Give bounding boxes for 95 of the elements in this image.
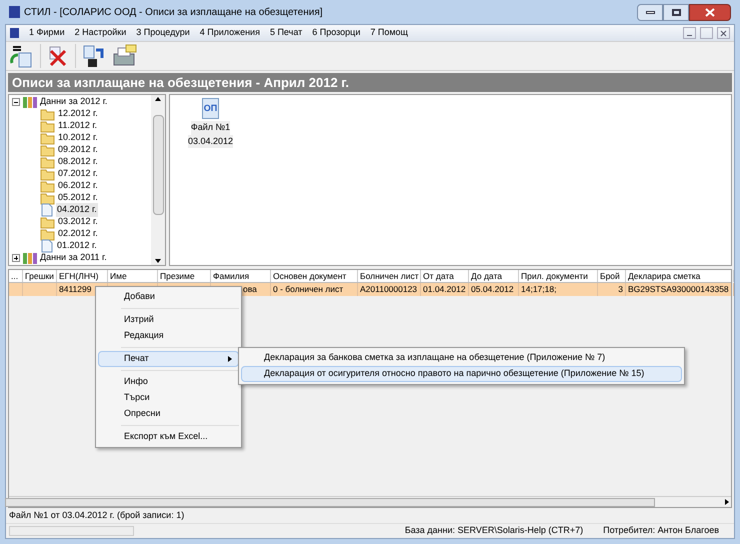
folder-icon — [40, 180, 55, 192]
binders-icon — [22, 96, 38, 108]
vertical-scrollbar[interactable] — [151, 95, 165, 265]
window-title: СТИЛ - [СОЛАРИС ООД - Описи за изплащане на обезщетения] — [24, 6, 323, 20]
status-database: База данни: SERVER\Solaris-Help (CTR+7) — [404, 524, 584, 538]
menu-item[interactable]: 2 Настройки — [74, 26, 126, 40]
tree-item[interactable]: 02.2012 г. — [57, 227, 99, 241]
scroll-thumb[interactable] — [152, 115, 164, 215]
menu-item[interactable]: 3 Процедури — [136, 26, 190, 40]
table-cell: 0 - болничен лист — [273, 284, 344, 294]
context-menu-item[interactable]: Печат — [98, 351, 239, 367]
menu-item[interactable]: 4 Приложения — [200, 26, 260, 40]
column-header[interactable]: Декларира сметка — [626, 270, 734, 282]
context-menu-item[interactable]: Изтрий — [98, 312, 239, 328]
column-header[interactable]: От дата — [421, 270, 469, 282]
minimize-button[interactable] — [637, 4, 663, 20]
folder-icon — [40, 120, 55, 132]
collapse-toggle[interactable] — [12, 98, 20, 106]
context-menu-item[interactable]: Търси — [98, 390, 239, 406]
maximize-button[interactable] — [663, 4, 689, 20]
tree-item[interactable]: Данни за 2011 г. — [40, 251, 107, 265]
context-menu-item[interactable]: Инфо — [98, 374, 239, 390]
folder-icon — [40, 168, 55, 180]
column-header[interactable]: Основен документ — [271, 270, 358, 282]
column-header[interactable]: Грешки — [23, 270, 57, 282]
folder-icon — [40, 192, 55, 204]
folder-icon — [40, 228, 55, 240]
tree-item[interactable]: 06.2012 г. — [57, 179, 99, 193]
context-menu-item[interactable]: Декларация за банкова сметка за изплащане на обезщетение (Приложение № 7) — [241, 350, 682, 366]
menu-item[interactable]: 7 Помощ — [370, 26, 408, 40]
document-icon — [40, 203, 54, 217]
tree-item[interactable]: 11.2012 г. — [57, 119, 98, 133]
table-cell: А20110000123 — [360, 284, 418, 294]
column-header[interactable]: Презиме — [158, 270, 211, 282]
folder-icon — [40, 216, 55, 228]
context-menu-item[interactable]: Декларация от осигурителя относно правото на парично обезщетение (Приложение № 15) — [241, 366, 682, 382]
folder-icon — [40, 132, 55, 144]
table-cell: BG29STSA930000143358 — [628, 284, 729, 294]
tree-item[interactable]: 08.2012 г. — [57, 155, 99, 169]
column-header[interactable]: ... — [9, 270, 23, 282]
minimize-button[interactable] — [683, 27, 696, 39]
column-header[interactable]: Болничен лист — [358, 270, 421, 282]
tree-item[interactable]: 07.2012 г. — [57, 167, 99, 181]
table-cell: 05.04.2012 — [471, 284, 514, 294]
table-cell: ова — [243, 284, 257, 294]
tree-item[interactable]: Данни за 2012 г. — [40, 95, 108, 109]
file-date: 03.04.2012 — [188, 134, 234, 148]
tree-item[interactable]: 10.2012 г. — [57, 131, 99, 145]
folder-icon — [40, 156, 55, 168]
column-header[interactable]: До дата — [469, 270, 519, 282]
column-header[interactable]: Фамилия — [211, 270, 271, 282]
binders-icon — [22, 252, 38, 264]
app-logo-icon — [9, 6, 20, 18]
tree-item[interactable]: 03.2012 г. — [57, 215, 99, 229]
table-cell: 3 — [618, 284, 623, 294]
context-menu-item[interactable]: Експорт към Excel... — [98, 429, 239, 445]
tree-item[interactable]: 05.2012 г. — [57, 191, 99, 205]
menu-item[interactable]: 6 Прозорци — [312, 26, 360, 40]
file-icon[interactable]: ОП — [202, 98, 220, 119]
table-cell: 8411299 — [59, 284, 92, 294]
status-user: Потребител: Антон Благоев — [603, 524, 719, 538]
column-header[interactable]: Име — [108, 270, 158, 282]
context-menu-item[interactable]: Редакция — [98, 328, 239, 344]
printer-icon[interactable] — [112, 44, 138, 68]
context-menu-item[interactable]: Опресни — [98, 406, 239, 422]
tree-item[interactable]: 01.2012 г. — [56, 239, 98, 253]
tree-item[interactable]: 12.2012 г. — [57, 107, 99, 121]
export-icon[interactable] — [82, 44, 106, 68]
app-logo-icon — [10, 28, 19, 38]
close-icon — [705, 8, 715, 16]
menu-item[interactable]: 5 Печат — [270, 26, 302, 40]
document-icon — [40, 239, 54, 253]
table-cell: 14;17;18; — [521, 284, 556, 294]
close-icon — [720, 30, 727, 36]
status-line: Файл №1 от 03.04.2012 г. (брой записи: 1) — [9, 508, 184, 522]
tree-item[interactable]: 09.2012 г. — [57, 143, 99, 157]
scroll-right-icon[interactable] — [725, 499, 729, 505]
delete-icon[interactable] — [47, 45, 69, 67]
expand-toggle[interactable] — [12, 254, 20, 262]
folder-icon — [40, 108, 55, 120]
column-header[interactable]: Брой — [598, 270, 626, 282]
table-cell: 01.04.2012 — [423, 284, 466, 294]
file-name: Файл №1 — [190, 121, 230, 134]
column-header[interactable]: ЕГН(ЛНЧ) — [57, 270, 108, 282]
section-header: Описи за изплащане на обезщетения - Април 2012 г. — [8, 73, 732, 92]
scroll-up-icon[interactable] — [155, 97, 161, 101]
scroll-down-icon[interactable] — [155, 259, 161, 263]
close-button[interactable] — [717, 27, 730, 39]
close-button[interactable] — [689, 4, 731, 20]
menu-item[interactable]: 1 Фирми — [29, 26, 65, 40]
scroll-thumb[interactable] — [5, 498, 655, 506]
folder-icon — [40, 144, 55, 156]
column-header[interactable]: Прил. документи — [519, 270, 598, 282]
document-refresh-icon[interactable] — [10, 43, 34, 69]
tree-item[interactable]: 04.2012 г. — [56, 203, 98, 217]
